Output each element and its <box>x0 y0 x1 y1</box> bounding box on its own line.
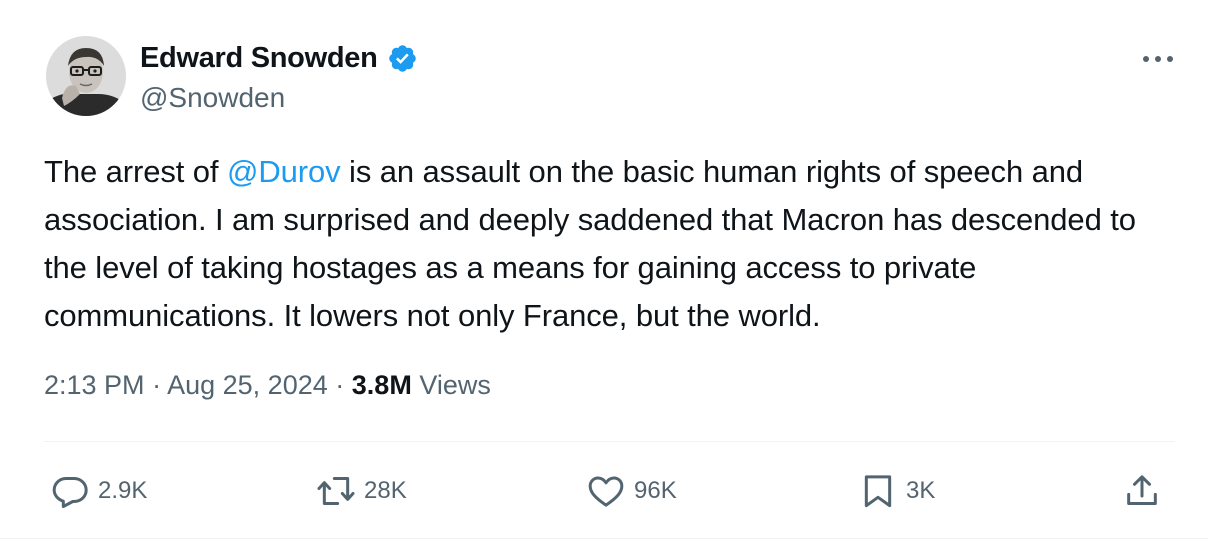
tweet-time[interactable]: 2:13 PM <box>44 370 145 400</box>
meta-separator: · <box>335 370 345 400</box>
action-bar: 2.9K 28K 96K 3K <box>0 468 1208 514</box>
author-handle[interactable]: @Snowden <box>140 82 285 114</box>
reply-count: 2.9K <box>98 477 148 504</box>
tweet-text-start: The arrest of <box>44 154 227 189</box>
more-dots-icon[interactable] <box>1136 44 1180 74</box>
author-display-name[interactable]: Edward Snowden <box>140 42 378 75</box>
avatar-photo <box>46 36 126 116</box>
like-button[interactable]: 96K <box>586 468 677 514</box>
like-count: 96K <box>634 477 677 504</box>
avatar[interactable] <box>46 36 126 116</box>
share-icon <box>1127 475 1157 505</box>
repost-icon <box>317 477 355 505</box>
bookmark-count: 3K <box>906 477 936 504</box>
bookmark-icon <box>864 475 892 508</box>
bottom-divider <box>0 538 1208 539</box>
tweet-card: Edward Snowden @Snowden The arrest of @D… <box>0 0 1208 544</box>
tweet-meta: 2:13 PM · Aug 25, 2024 · 3.8M Views <box>44 370 491 401</box>
reply-icon <box>52 477 88 508</box>
repost-button[interactable]: 28K <box>316 468 407 514</box>
name-row: Edward Snowden <box>140 38 418 78</box>
divider <box>44 441 1175 442</box>
reply-button[interactable]: 2.9K <box>50 468 147 514</box>
heart-icon <box>588 476 624 507</box>
repost-count: 28K <box>364 477 407 504</box>
meta-separator: · <box>152 370 162 400</box>
mention-link[interactable]: @Durov <box>227 154 341 189</box>
tweet-text: The arrest of @Durov is an assault on th… <box>44 148 1184 340</box>
views-label: Views <box>419 370 491 400</box>
bookmark-button[interactable]: 3K <box>858 468 935 514</box>
verified-badge-icon[interactable] <box>387 43 418 74</box>
views-count[interactable]: 3.8M <box>352 370 412 400</box>
tweet-date[interactable]: Aug 25, 2024 <box>167 370 328 400</box>
share-button[interactable] <box>1122 468 1162 514</box>
